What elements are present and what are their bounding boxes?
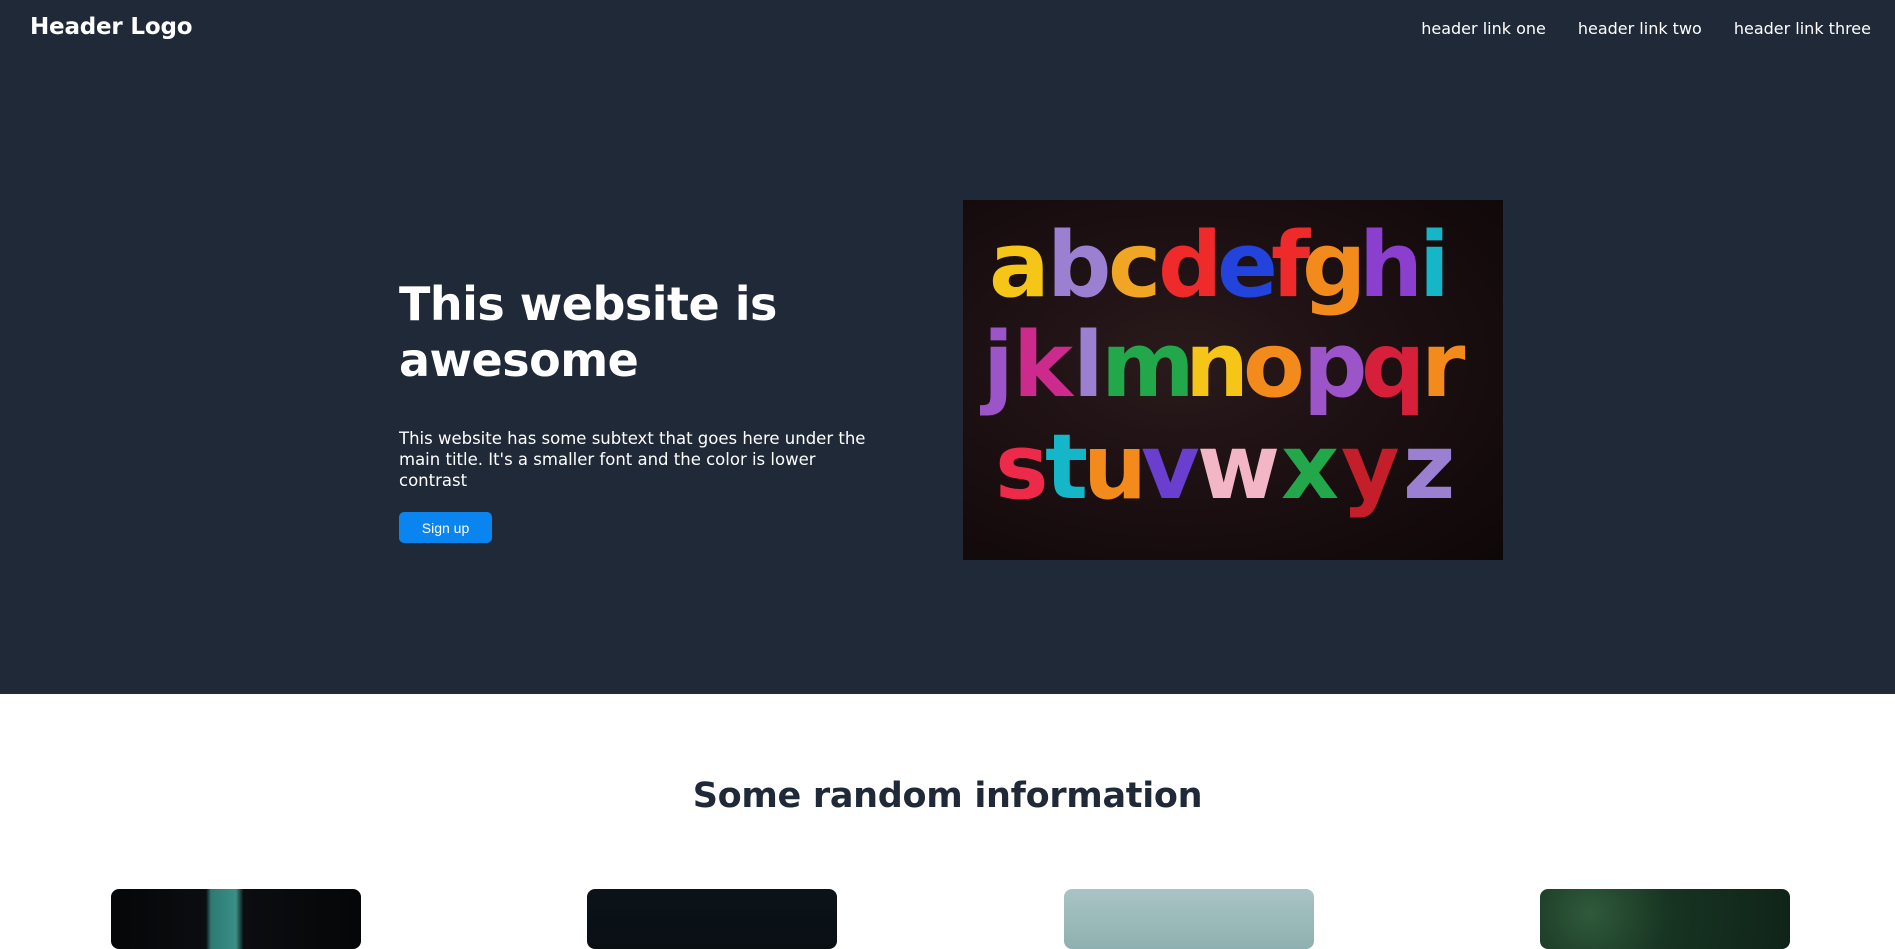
hero-image-letter: u (1083, 415, 1147, 520)
hero-image-letter: v (1141, 415, 1200, 520)
hero-image-letter: k (1013, 313, 1075, 418)
hero-image-letter: w (1197, 415, 1280, 520)
hero-image-alphabet: a b c d e f g h i j k l m n o p q r s t … (963, 200, 1503, 560)
hero-image-letter: p (1303, 313, 1367, 418)
hero-image-letter: m (1101, 313, 1195, 418)
hero-image-letter: r (1421, 313, 1466, 418)
hero-image-letter: j (980, 313, 1014, 418)
signup-button[interactable]: Sign up (399, 512, 492, 543)
hero-image-letter: o (1243, 313, 1305, 418)
header-logo[interactable]: Header Logo (30, 14, 193, 40)
header-link-three[interactable]: header link three (1734, 19, 1871, 38)
hero-image-letter: d (1158, 213, 1222, 318)
header-link-two[interactable]: header link two (1578, 19, 1702, 38)
hero-image-letter: a (989, 213, 1050, 318)
info-card-image[interactable] (111, 889, 361, 949)
hero-image-letter: t (1045, 415, 1088, 520)
hero-image-letter: s (995, 415, 1049, 520)
section-title: Some random information (692, 776, 1203, 816)
hero-image-letter: y (1341, 415, 1400, 520)
header-nav: header link one header link two header l… (1421, 19, 1871, 38)
header-link-one[interactable]: header link one (1421, 19, 1546, 38)
hero-section: Header Logo header link one header link … (0, 0, 1895, 694)
hero-image-letter: b (1047, 213, 1111, 318)
hero-image-letter: q (1361, 313, 1425, 418)
hero-image-letter: i (1419, 213, 1450, 318)
info-card-image[interactable] (1064, 889, 1314, 949)
hero-image-letter: c (1108, 213, 1161, 318)
info-card-image[interactable] (587, 889, 837, 949)
hero-image-letter: x (1281, 415, 1339, 520)
hero-image-letter: g (1302, 213, 1366, 318)
hero-image-letter: h (1359, 213, 1423, 318)
hero-title: This website is awesome (399, 277, 777, 387)
hero-image-letter: z (1403, 415, 1455, 520)
hero-image-letter: n (1185, 313, 1249, 418)
hero-text: This website is awesome This website has… (399, 276, 879, 543)
hero-image-letter: l (1073, 313, 1104, 418)
info-card-image[interactable] (1540, 889, 1790, 949)
hero-image-letter: e (1217, 213, 1278, 318)
hero-subtext: This website has some subtext that goes … (399, 429, 866, 490)
